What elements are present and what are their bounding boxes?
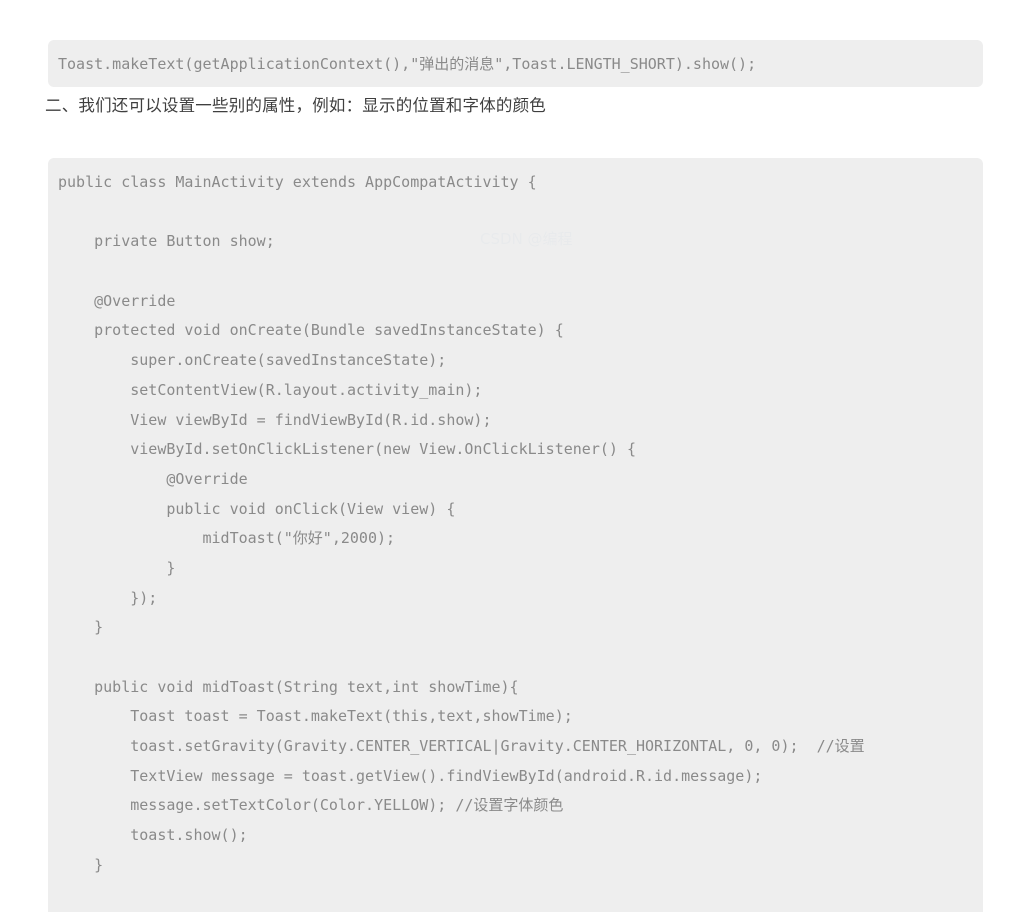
code-line: viewById.setOnClickListener(new View.OnC… [58, 440, 636, 459]
code-block-toast-oneliner[interactable]: Toast.makeText(getApplicationContext(),"… [48, 40, 983, 87]
page-root: Toast.makeText(getApplicationContext(),"… [0, 0, 1027, 912]
code-line: private Button show; [58, 232, 275, 251]
code-line: }); [58, 588, 158, 607]
code-line: Toast.makeText(getApplicationContext(),"… [58, 55, 757, 73]
code-line: Toast toast = Toast.makeText(this,text,s… [58, 707, 573, 726]
code-line: public void midToast(String text,int sho… [58, 677, 519, 696]
code-line: super.onCreate(savedInstanceState); [58, 351, 447, 370]
code-line: public void onClick(View view) { [58, 499, 456, 518]
section-heading: 二、我们还可以设置一些别的属性，例如：显示的位置和字体的颜色 [45, 96, 546, 115]
code-line: @Override [58, 469, 248, 488]
code-line: } [58, 558, 176, 577]
code-line: midToast("你好",2000); [58, 529, 396, 548]
code-line: } [58, 855, 104, 874]
code-line: } [58, 618, 104, 637]
code-line: TextView message = toast.getView().findV… [58, 766, 763, 785]
code-block-mainactivity[interactable]: public class MainActivity extends AppCom… [48, 158, 983, 912]
code-line: View viewById = findViewById(R.id.show); [58, 410, 492, 429]
code-line: toast.setGravity(Gravity.CENTER_VERTICAL… [58, 737, 865, 756]
code-line: @Override [58, 291, 176, 310]
code-line: message.setTextColor(Color.YELLOW); //设置… [58, 796, 564, 815]
code-line: setContentView(R.layout.activity_main); [58, 380, 483, 399]
code-line: protected void onCreate(Bundle savedInst… [58, 321, 564, 340]
code-line: public class MainActivity extends AppCom… [58, 173, 537, 191]
code-line: toast.show(); [58, 826, 248, 845]
